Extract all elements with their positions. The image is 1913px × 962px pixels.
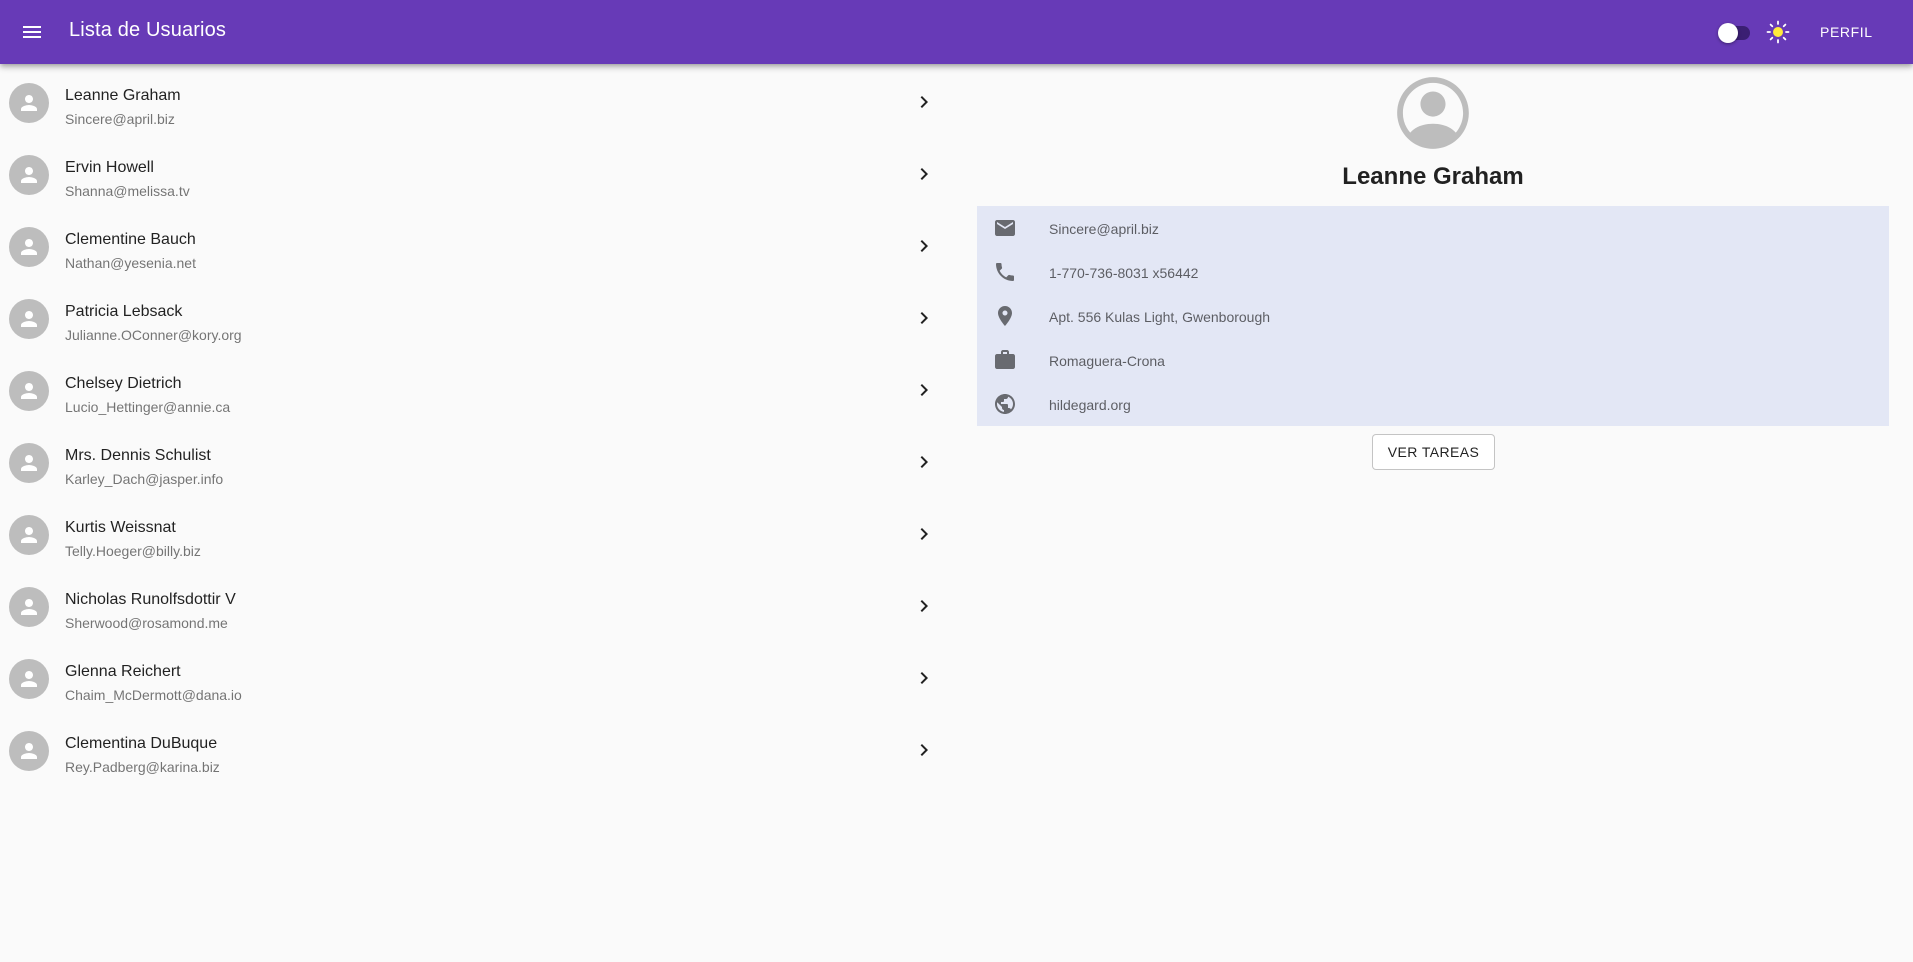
avatar bbox=[9, 83, 49, 123]
avatar bbox=[9, 371, 49, 411]
avatar bbox=[9, 227, 49, 267]
chevron-right-icon[interactable] bbox=[912, 594, 936, 618]
user-name: Patricia Lebsack bbox=[65, 303, 183, 320]
person-icon bbox=[21, 455, 37, 471]
chevron-right-icon[interactable] bbox=[912, 522, 936, 546]
user-info-box: Sincere@april.biz 1-770-736-8031 x56442 … bbox=[977, 206, 1889, 426]
user-list-item[interactable]: Patricia Lebsack Julianne.OConner@kory.o… bbox=[0, 280, 944, 352]
chevron-right-icon[interactable] bbox=[912, 450, 936, 474]
user-name: Chelsey Dietrich bbox=[65, 375, 182, 392]
chevron-right-icon[interactable] bbox=[912, 378, 936, 402]
info-row-company: Romaguera-Crona bbox=[977, 338, 1889, 382]
user-email: Shanna@melissa.tv bbox=[65, 183, 190, 199]
user-list-item[interactable]: Mrs. Dennis Schulist Karley_Dach@jasper.… bbox=[0, 424, 944, 496]
user-list-item[interactable]: Glenna Reichert Chaim_McDermott@dana.io bbox=[0, 640, 944, 712]
user-list-item[interactable]: Kurtis Weissnat Telly.Hoeger@billy.biz bbox=[0, 496, 944, 568]
user-name: Ervin Howell bbox=[65, 159, 154, 176]
user-list-item[interactable]: Clementine Bauch Nathan@yesenia.net bbox=[0, 208, 944, 280]
theme-toggle-switch[interactable] bbox=[1714, 18, 1756, 46]
user-email: Lucio_Hettinger@annie.ca bbox=[65, 399, 231, 415]
person-icon bbox=[21, 95, 37, 111]
person-icon bbox=[21, 311, 37, 327]
detail-address: Apt. 556 Kulas Light, Gwenborough bbox=[1049, 309, 1271, 325]
person-icon bbox=[21, 167, 37, 183]
user-email: Chaim_McDermott@dana.io bbox=[65, 687, 242, 703]
globe-icon bbox=[993, 392, 1017, 416]
sun-icon[interactable] bbox=[1764, 18, 1792, 46]
user-list-item[interactable]: Nicholas Runolfsdottir V Sherwood@rosamo… bbox=[0, 568, 944, 640]
detail-phone: 1-770-736-8031 x56442 bbox=[1049, 265, 1199, 281]
user-email: Julianne.OConner@kory.org bbox=[65, 327, 242, 343]
avatar bbox=[9, 731, 49, 771]
account-circle-icon bbox=[1390, 70, 1476, 156]
briefcase-icon bbox=[993, 348, 1017, 372]
user-list-item[interactable]: Chelsey Dietrich Lucio_Hettinger@annie.c… bbox=[0, 352, 944, 424]
user-email: Rey.Padberg@karina.biz bbox=[65, 759, 220, 775]
user-list-item[interactable]: Ervin Howell Shanna@melissa.tv bbox=[0, 136, 944, 208]
detail-website: hildegard.org bbox=[1049, 397, 1131, 413]
user-name: Glenna Reichert bbox=[65, 663, 181, 680]
user-name: Leanne Graham bbox=[65, 87, 181, 104]
user-name: Kurtis Weissnat bbox=[65, 519, 176, 536]
info-row-address: Apt. 556 Kulas Light, Gwenborough bbox=[977, 294, 1889, 338]
user-email: Nathan@yesenia.net bbox=[65, 255, 196, 271]
app-bar: Lista de Usuarios PERFIL bbox=[0, 0, 1913, 64]
phone-icon bbox=[993, 260, 1017, 284]
app-title: Lista de Usuarios bbox=[69, 19, 227, 41]
chevron-right-icon[interactable] bbox=[912, 162, 936, 186]
user-email: Sherwood@rosamond.me bbox=[65, 615, 228, 631]
avatar bbox=[9, 659, 49, 699]
avatar bbox=[9, 587, 49, 627]
person-icon bbox=[21, 527, 37, 543]
user-name: Clementina DuBuque bbox=[65, 735, 218, 752]
person-icon bbox=[21, 239, 37, 255]
avatar bbox=[9, 155, 49, 195]
user-email: Sincere@april.biz bbox=[65, 111, 175, 127]
user-email: Karley_Dach@jasper.info bbox=[65, 471, 224, 487]
user-list-item[interactable]: Clementina DuBuque Rey.Padberg@karina.bi… bbox=[0, 712, 944, 784]
location-pin-icon bbox=[993, 304, 1017, 328]
avatar bbox=[9, 299, 49, 339]
user-list-item[interactable]: Leanne Graham Sincere@april.biz bbox=[0, 64, 944, 136]
user-name: Mrs. Dennis Schulist bbox=[65, 447, 211, 464]
profile-button[interactable]: PERFIL bbox=[1808, 18, 1885, 46]
person-icon bbox=[21, 671, 37, 687]
view-tasks-button[interactable]: VER TAREAS bbox=[1372, 434, 1495, 470]
detail-company: Romaguera-Crona bbox=[1049, 353, 1165, 369]
detail-email: Sincere@april.biz bbox=[1049, 221, 1159, 237]
user-name: Nicholas Runolfsdottir V bbox=[65, 591, 236, 608]
user-name: Clementine Bauch bbox=[65, 231, 196, 248]
user-email: Telly.Hoeger@billy.biz bbox=[65, 543, 201, 559]
mail-icon bbox=[993, 216, 1017, 240]
info-row-phone: 1-770-736-8031 x56442 bbox=[977, 250, 1889, 294]
switch-thumb bbox=[1718, 23, 1738, 43]
person-icon bbox=[21, 743, 37, 759]
chevron-right-icon[interactable] bbox=[912, 90, 936, 114]
info-row-email: Sincere@april.biz bbox=[977, 206, 1889, 250]
user-list: Leanne Graham Sincere@april.biz Ervin Ho… bbox=[0, 64, 944, 784]
detail-user-name: Leanne Graham bbox=[1342, 163, 1524, 190]
avatar bbox=[9, 443, 49, 483]
chevron-right-icon[interactable] bbox=[912, 666, 936, 690]
chevron-right-icon[interactable] bbox=[912, 738, 936, 762]
chevron-right-icon[interactable] bbox=[912, 306, 936, 330]
person-icon bbox=[21, 383, 37, 399]
menu-icon[interactable] bbox=[12, 12, 52, 52]
person-icon bbox=[21, 599, 37, 615]
avatar bbox=[9, 515, 49, 555]
chevron-right-icon[interactable] bbox=[912, 234, 936, 258]
info-row-website: hildegard.org bbox=[977, 382, 1889, 426]
